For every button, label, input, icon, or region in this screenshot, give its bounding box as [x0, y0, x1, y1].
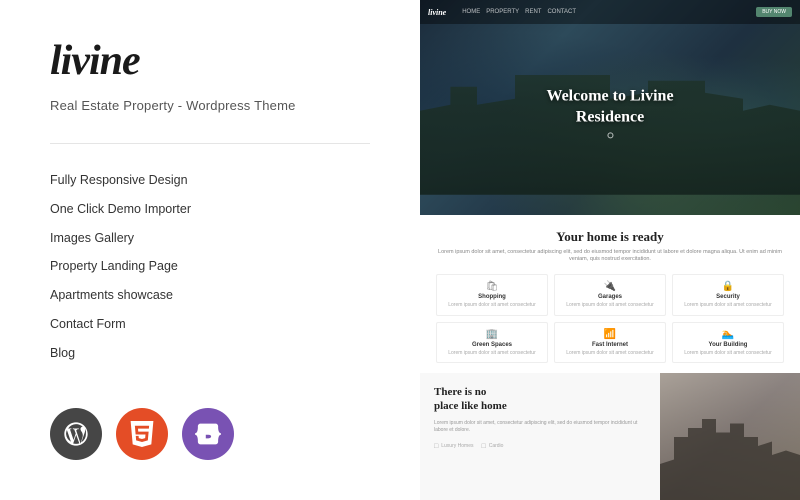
preview-hero: livine HOME PROPERTY RENT CONTACT BUY NO…	[420, 0, 800, 215]
feature-item-blog: Blog	[50, 339, 370, 368]
feature-item-contact: Contact Form	[50, 310, 370, 339]
cardio-label: Cardio	[489, 443, 504, 449]
wordpress-badge	[50, 408, 102, 460]
feature-card-shopping: 🛍 Shopping Lorem ipsum dolor sit amet co…	[436, 274, 548, 316]
feature-card-security: 🔒 Security Lorem ipsum dolor sit amet co…	[672, 274, 784, 316]
fc-text-3: Lorem ipsum dolor sit amet consectetur	[443, 350, 541, 357]
preview-hero-text: Welcome to LivineResidence	[546, 87, 673, 139]
fc-text-2: Lorem ipsum dolor sit amet consectetur	[679, 302, 777, 309]
nav-contact: CONTACT	[547, 9, 576, 15]
feature-card-garages: 🔌 Garages Lorem ipsum dolor sit amet con…	[554, 274, 666, 316]
building-image-silhouette	[660, 410, 800, 500]
luxury-label: Luxury Homes	[441, 443, 473, 449]
bottom-icon-1: □ Luxury Homes	[434, 442, 473, 450]
fc-text-4: Lorem ipsum dolor sit amet consectetur	[561, 350, 659, 357]
luxury-icon: □	[434, 442, 438, 450]
left-panel: livine Real Estate Property - Wordpress …	[0, 0, 420, 500]
building-icon: 🏊	[679, 329, 777, 340]
bottom-icon-2: □ Cardio	[481, 442, 503, 450]
feature-card-internet: 📶 Fast Internet Lorem ipsum dolor sit am…	[554, 322, 666, 364]
feature-item-landing: Property Landing Page	[50, 252, 370, 281]
nav-rent: RENT	[525, 9, 541, 15]
preview-nav-brand: livine	[428, 8, 446, 17]
feature-card-building: 🏊 Your Building Lorem ipsum dolor sit am…	[672, 322, 784, 364]
fc-text-0: Lorem ipsum dolor sit amet consectetur	[443, 302, 541, 309]
shopping-icon: 🛍	[443, 281, 541, 292]
nav-property: PROPERTY	[486, 9, 519, 15]
security-icon: 🔒	[679, 281, 777, 292]
garages-icon: 🔌	[561, 281, 659, 292]
feature-item-gallery: Images Gallery	[50, 224, 370, 253]
fc-title-3: Green Spaces	[443, 342, 541, 348]
preview-bottom-image	[660, 373, 800, 500]
cardio-icon: □	[481, 442, 485, 450]
preview-nav-cta: BUY NOW	[756, 7, 792, 17]
badges-row	[50, 388, 370, 460]
preview-bottom-text: There is noplace like home Lorem ipsum d…	[420, 373, 660, 500]
bootstrap-badge	[182, 408, 234, 460]
green-spaces-icon: 🏢	[443, 329, 541, 340]
features-list: Fully Responsive Design One Click Demo I…	[50, 166, 370, 367]
features-description: Lorem ipsum dolor sit amet, consectetur …	[436, 249, 784, 264]
feature-card-green: 🏢 Green Spaces Lorem ipsum dolor sit ame…	[436, 322, 548, 364]
preview-bottom-section: There is noplace like home Lorem ipsum d…	[420, 373, 800, 500]
bottom-description: Lorem ipsum dolor sit amet, consectetur …	[434, 420, 646, 434]
fc-title-4: Fast Internet	[561, 342, 659, 348]
feature-item-importer: One Click Demo Importer	[50, 195, 370, 224]
preview-nav-links: HOME PROPERTY RENT CONTACT	[462, 9, 576, 15]
preview-hero-title: Welcome to LivineResidence	[546, 87, 673, 129]
html5-badge	[116, 408, 168, 460]
bottom-icons-row: □ Luxury Homes □ Cardio	[434, 442, 646, 450]
fc-title-0: Shopping	[443, 294, 541, 300]
fc-title-1: Garages	[561, 294, 659, 300]
brand-title: livine	[50, 40, 370, 82]
features-cards-grid: 🛍 Shopping Lorem ipsum dolor sit amet co…	[436, 274, 784, 363]
right-panel: livine HOME PROPERTY RENT CONTACT BUY NO…	[420, 0, 800, 500]
feature-item-responsive: Fully Responsive Design	[50, 166, 370, 195]
internet-icon: 📶	[561, 329, 659, 340]
divider	[50, 143, 370, 144]
nav-home: HOME	[462, 9, 480, 15]
hero-dot	[607, 132, 613, 138]
tagline: Real Estate Property - Wordpress Theme	[50, 98, 370, 113]
bottom-heading: There is noplace like home	[434, 385, 646, 414]
fc-text-1: Lorem ipsum dolor sit amet consectetur	[561, 302, 659, 309]
preview-features-section: Your home is ready Lorem ipsum dolor sit…	[420, 215, 800, 373]
fc-text-5: Lorem ipsum dolor sit amet consectetur	[679, 350, 777, 357]
fc-title-5: Your Building	[679, 342, 777, 348]
features-heading: Your home is ready	[436, 229, 784, 245]
preview-nav: livine HOME PROPERTY RENT CONTACT BUY NO…	[420, 0, 800, 24]
feature-item-apartments: Apartments showcase	[50, 281, 370, 310]
fc-title-2: Security	[679, 294, 777, 300]
